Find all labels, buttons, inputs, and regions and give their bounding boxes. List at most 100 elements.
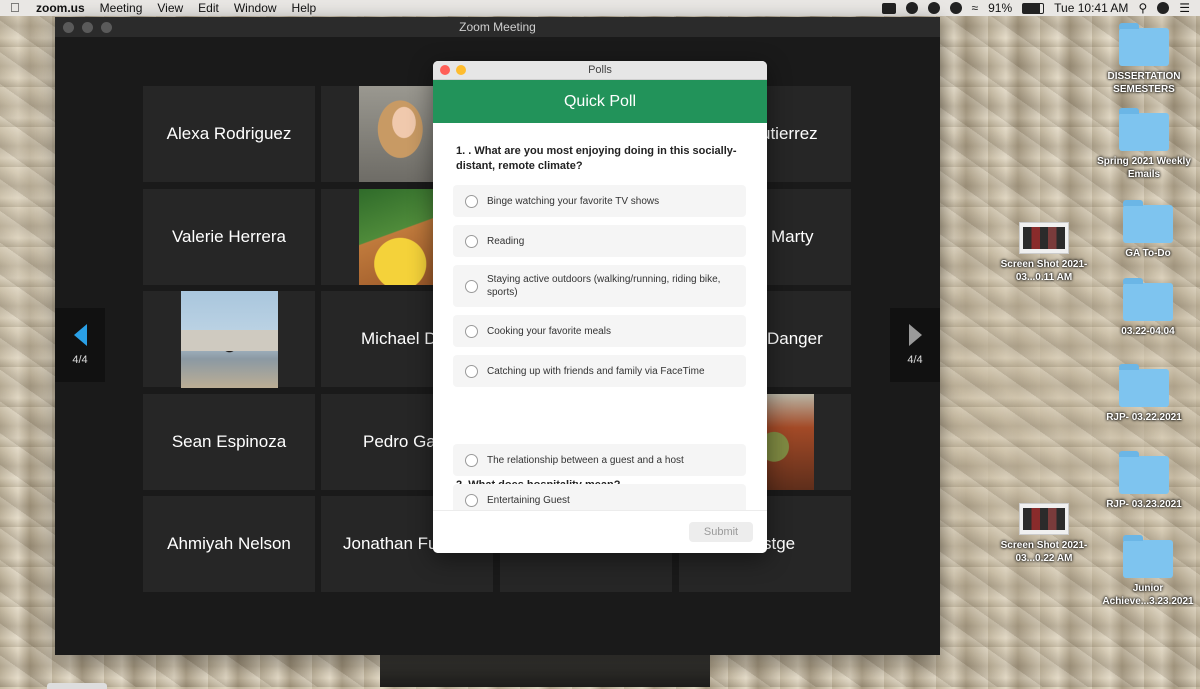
folder-icon (1123, 278, 1173, 321)
globe-icon[interactable] (949, 2, 962, 14)
desktop-screenshot[interactable]: Screen Shot 2021-03...0.11 AM (994, 222, 1094, 284)
spotlight-search-icon[interactable]: ⚲ (1138, 1, 1147, 15)
menu-edit[interactable]: Edit (198, 1, 219, 15)
apple-icon[interactable]:  (10, 1, 24, 15)
desktop-folder[interactable]: RJP- 03.23.2021 (1094, 451, 1194, 511)
participant-tile[interactable]: Valerie Herrera (143, 189, 315, 285)
participant-tile[interactable]: Sean Espinoza (143, 394, 315, 490)
radio-button[interactable] (465, 364, 478, 378)
desktop-item-label: 03.22-04.04 (1121, 326, 1175, 337)
option-label: The relationship between a guest and a h… (487, 454, 684, 466)
radio-button[interactable] (465, 279, 478, 293)
close-window-button[interactable] (63, 22, 74, 33)
participant-tile[interactable]: Alexa Rodriguez (143, 86, 315, 182)
dock-edge (47, 683, 107, 689)
poll-footer: Submit (433, 510, 767, 553)
poll-header: Quick Poll (433, 80, 767, 123)
polls-window-title: Polls (588, 64, 612, 76)
desktop-folder[interactable]: RJP- 03.22.2021 (1094, 364, 1194, 424)
polls-window-controls (440, 65, 466, 75)
participant-tile[interactable]: Ahmiyah Nelson (143, 496, 315, 592)
desktop-folder[interactable]: 03.22-04.04 (1098, 278, 1198, 338)
folder-icon (1119, 23, 1169, 66)
question-title: 1. . What are you most enjoying doing in… (456, 145, 737, 172)
menu-view[interactable]: View (157, 1, 183, 15)
screenshot-thumbnail-icon (1019, 222, 1069, 254)
participant-name: Pedro Ga (363, 432, 436, 451)
page-indicator-right: 4/4 (907, 354, 923, 366)
desktop-item-label: RJP- 03.22.2021 (1106, 412, 1182, 423)
wifi-icon[interactable]: ≈ (972, 1, 979, 15)
page-indicator-left: 4/4 (72, 354, 88, 366)
option-label: Cooking your favorite meals (487, 325, 611, 337)
wallpaper-shadow (380, 652, 710, 687)
menu-help[interactable]: Help (292, 1, 317, 15)
participant-name: stge (763, 534, 796, 553)
radio-button[interactable] (465, 234, 478, 248)
participant-name: Sean Espinoza (171, 432, 287, 451)
poll-option[interactable]: Staying active outdoors (walking/running… (453, 265, 746, 307)
participant-video-pikachu (359, 189, 434, 285)
participant-name: Alexa Rodriguez (166, 124, 292, 143)
poll-option[interactable]: Reading (453, 225, 746, 257)
zoom-camera-icon[interactable] (881, 2, 896, 14)
radio-button[interactable] (465, 324, 478, 338)
desktop-folder[interactable]: Spring 2021 Weekly Emails (1094, 108, 1194, 181)
next-page-button[interactable]: 4/4 (890, 308, 940, 382)
poll-title: Quick Poll (563, 92, 637, 110)
minimize-window-button[interactable] (82, 22, 93, 33)
desktop-item-label: Screen Shot 2021-03...0.11 AM (1000, 259, 1088, 283)
participant-video-man (181, 291, 278, 388)
participant-name: Danger (767, 329, 823, 348)
radio-button[interactable] (465, 194, 478, 208)
poll-option[interactable]: Entertaining Guest (453, 484, 746, 511)
participant-name: Marty (771, 227, 814, 246)
poll-body[interactable]: 1. . What are you most enjoying doing in… (433, 122, 767, 511)
poll-option[interactable]: Cooking your favorite meals (453, 315, 746, 347)
poll-option[interactable]: The relationship between a guest and a h… (453, 444, 746, 476)
previous-page-button[interactable]: 4/4 (55, 308, 105, 382)
desktop-screenshot[interactable]: Screen Shot 2021-03...0.22 AM (994, 503, 1094, 565)
desktop-item-label: RJP- 03.23.2021 (1106, 499, 1182, 510)
minimize-polls-button[interactable] (456, 65, 466, 75)
close-polls-button[interactable] (440, 65, 450, 75)
poll-option[interactable]: Binge watching your favorite TV shows (453, 185, 746, 217)
folder-icon (1123, 535, 1173, 578)
participant-name: Jonathan Fu (343, 534, 438, 553)
radio-button[interactable] (465, 493, 478, 507)
participant-name: Ahmiyah Nelson (167, 534, 291, 553)
option-label: Catching up with friends and family via … (487, 365, 705, 377)
submit-button[interactable]: Submit (689, 522, 753, 542)
folder-icon (1119, 451, 1169, 494)
menu-window[interactable]: Window (234, 1, 277, 15)
desktop-item-label: Screen Shot 2021-03...0.22 AM (1000, 540, 1088, 564)
menu-meeting[interactable]: Meeting (100, 1, 143, 15)
poll-option[interactable]: Catching up with friends and family via … (453, 355, 746, 387)
option-label: Reading (487, 235, 525, 247)
zoom-titlebar: Zoom Meeting (55, 17, 940, 37)
chevron-right-icon (908, 324, 922, 346)
desktop-item-label: Spring 2021 Weekly Emails (1097, 156, 1191, 180)
desktop-item-label: DISSERTATION SEMESTERS (1107, 71, 1181, 95)
zoom-window-button[interactable] (101, 22, 112, 33)
radio-button[interactable] (465, 453, 478, 467)
menubar-clock[interactable]: Tue 10:41 AM (1054, 1, 1128, 15)
option-label: Staying active outdoors (walking/running… (487, 274, 721, 298)
window-controls (63, 22, 112, 33)
participant-name: utierrez (761, 124, 818, 143)
desktop-folder[interactable]: GA To-Do (1098, 200, 1198, 260)
participant-name: Valerie Herrera (171, 227, 286, 246)
option-label: Entertaining Guest (487, 494, 570, 506)
creative-cloud-icon[interactable] (927, 2, 940, 14)
notification-center-icon[interactable]: ☰ (1179, 1, 1190, 15)
desktop-folder[interactable]: DISSERTATION SEMESTERS (1094, 23, 1194, 96)
siri-icon[interactable] (1157, 2, 1170, 14)
folder-icon (1119, 108, 1169, 151)
polls-window: Polls Quick Poll 1. . What are you most … (433, 61, 767, 553)
battery-icon[interactable] (1022, 2, 1045, 14)
cloud-upload-icon[interactable] (905, 2, 918, 14)
polls-titlebar: Polls (433, 61, 767, 80)
folder-icon (1119, 364, 1169, 407)
menu-app-name[interactable]: zoom.us (36, 1, 85, 15)
desktop-folder[interactable]: Junior Achieve...3.23.2021 (1098, 535, 1198, 608)
